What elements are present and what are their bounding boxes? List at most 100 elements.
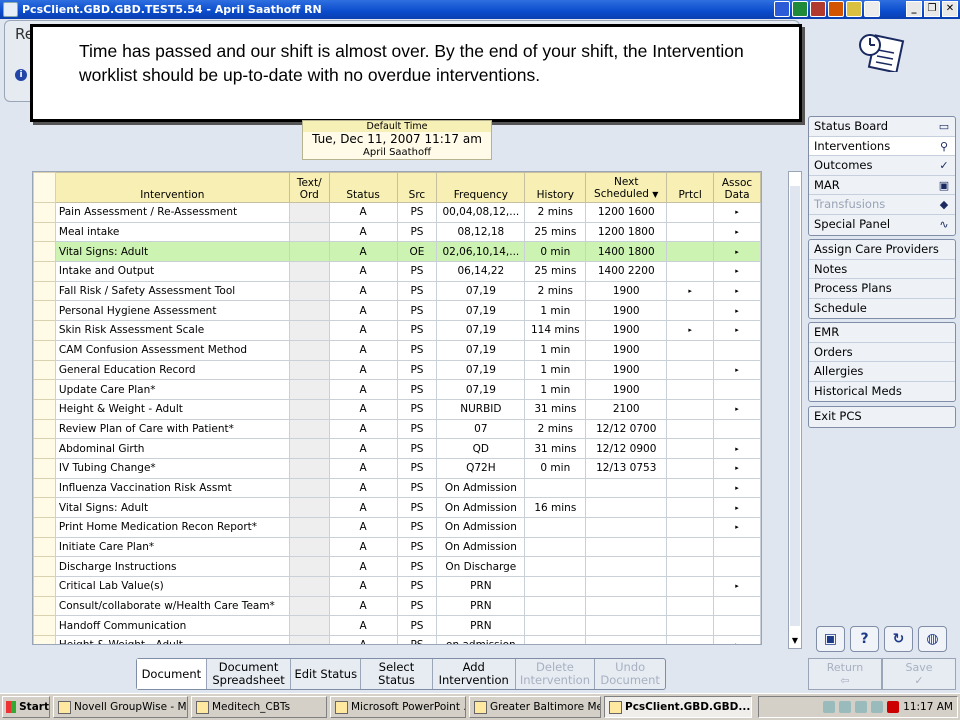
cell-frequency[interactable]: QD <box>436 438 526 459</box>
table-row[interactable]: Pain Assessment / Re-Assessment A PS 00,04,… <box>33 202 761 223</box>
table-row[interactable]: Vital Signs: Adult A PS On Admission 16 mins… <box>33 497 761 518</box>
refresh-icon[interactable]: ↻ <box>884 626 913 652</box>
cell-frequency[interactable]: 02,06,10,14,... <box>436 241 526 263</box>
cell-assoc-data[interactable] <box>713 556 761 578</box>
row-selector[interactable] <box>33 398 56 420</box>
cell-frequency[interactable]: 08,12,18 <box>436 221 526 243</box>
nav-item-emr[interactable]: EMR <box>809 323 955 343</box>
cell-history[interactable]: 1 min <box>524 300 587 322</box>
cell-src[interactable]: PS <box>396 536 438 558</box>
col-intervention[interactable]: Intervention <box>54 172 290 203</box>
cell-history[interactable] <box>524 536 587 558</box>
cell-status[interactable]: A <box>328 339 398 361</box>
cell-text-ord[interactable] <box>288 339 330 361</box>
cell-assoc-data[interactable]: ▸ <box>713 398 761 420</box>
cell-history[interactable]: 25 mins <box>524 261 587 282</box>
edit-status-button[interactable]: Edit Status <box>291 659 362 689</box>
cell-src[interactable]: PS <box>396 261 438 282</box>
delete-intervention-button[interactable]: Delete Intervention <box>516 659 596 689</box>
col-text-ord[interactable]: Text/ Ord <box>288 172 330 203</box>
row-selector[interactable] <box>33 615 56 637</box>
nav-item-outcomes[interactable]: Outcomes ✓ <box>809 156 955 176</box>
cell-intervention[interactable]: Height & Weight - Adult <box>54 398 290 420</box>
table-row[interactable]: General Education Record A PS 07,19 1 min 190… <box>33 359 761 381</box>
cell-frequency[interactable]: On Admission <box>436 536 526 558</box>
cell-src[interactable]: OE <box>396 241 438 263</box>
cell-prtcl[interactable] <box>666 202 715 223</box>
cell-frequency[interactable]: 07,19 <box>436 379 526 400</box>
cell-intervention[interactable]: Influenza Vaccination Risk Assmt <box>54 477 290 499</box>
cell-history[interactable] <box>524 576 587 597</box>
cell-status[interactable]: A <box>328 438 398 459</box>
table-row[interactable]: Height & Weight - Adult APSon admission ▸ <box>33 635 761 644</box>
info-icon[interactable]: i <box>15 69 27 81</box>
cell-next-scheduled[interactable]: 12/12 0700 <box>585 418 668 440</box>
nav-item-allergies[interactable]: Allergies <box>809 362 955 382</box>
cell-status[interactable]: A <box>328 595 398 617</box>
return-button[interactable]: Return ⇦ <box>808 658 882 690</box>
cell-src[interactable]: PS <box>396 359 438 381</box>
cell-src[interactable]: PS <box>396 320 438 341</box>
cell-next-scheduled[interactable] <box>585 595 668 617</box>
table-row[interactable]: Print Home Medication Recon Report* A PS On… <box>33 517 761 538</box>
cell-intervention[interactable]: Intake and Output <box>54 261 290 282</box>
cell-assoc-data[interactable]: ▸ <box>713 202 761 223</box>
cell-next-scheduled[interactable] <box>585 477 668 499</box>
cell-history[interactable]: 16 mins <box>524 497 587 518</box>
cell-src[interactable]: PS <box>396 280 438 302</box>
cell-history[interactable] <box>524 556 587 578</box>
cell-assoc-data[interactable] <box>713 418 761 440</box>
cell-prtcl[interactable] <box>666 300 715 322</box>
cell-text-ord[interactable] <box>288 615 330 637</box>
cell-status[interactable]: A <box>328 477 398 499</box>
nav-item-special-panel[interactable]: Special Panel ∿ <box>809 215 955 235</box>
tray-antivirus-icon[interactable] <box>871 701 884 713</box>
cell-status[interactable]: A <box>328 576 398 597</box>
cell-intervention[interactable]: Personal Hygiene Assessment <box>54 300 290 322</box>
row-selector[interactable] <box>33 457 56 479</box>
cell-frequency[interactable]: NURBID <box>436 398 526 420</box>
cell-prtcl[interactable] <box>666 241 715 263</box>
cell-intervention[interactable]: Consult/collaborate w/Health Care Team* <box>54 595 290 617</box>
cell-next-scheduled[interactable] <box>585 497 668 518</box>
cell-prtcl[interactable] <box>666 615 715 637</box>
table-row[interactable]: Critical Lab Value(s) A PS PRN ▸ <box>33 576 761 597</box>
cell-text-ord[interactable] <box>288 595 330 617</box>
cell-src[interactable]: PS <box>396 339 438 361</box>
cell-status[interactable]: A <box>328 418 398 440</box>
vertical-scrollbar[interactable]: ▼ <box>788 171 802 649</box>
cell-intervention[interactable]: Print Home Medication Recon Report* <box>54 517 290 538</box>
nav-item-assign-care-providers[interactable]: Assign Care Providers <box>809 240 955 260</box>
table-row[interactable]: Skin Risk Assessment Scale A PS 07,19 114 mi… <box>33 320 761 341</box>
cell-next-scheduled[interactable]: 1900 <box>585 359 668 381</box>
cell-frequency[interactable]: 07,19 <box>436 359 526 381</box>
cell-assoc-data[interactable]: ▸ <box>713 497 761 518</box>
cell-next-scheduled[interactable]: 12/12 0900 <box>585 438 668 459</box>
cell-history[interactable] <box>524 615 587 637</box>
nav-item-schedule[interactable]: Schedule <box>809 299 955 319</box>
cell-intervention[interactable]: Discharge Instructions <box>54 556 290 578</box>
default-time-box[interactable]: Default Time Tue, Dec 11, 2007 11:17 am … <box>302 120 492 160</box>
cell-next-scheduled[interactable]: 1900 <box>585 280 668 302</box>
table-row[interactable]: IV Tubing Change* A PS Q72H 0 min 12/13 0753 ▸ <box>33 457 761 479</box>
cell-intervention[interactable]: Vital Signs: Adult <box>54 497 290 518</box>
cell-prtcl[interactable] <box>666 261 715 282</box>
cell-prtcl[interactable] <box>666 379 715 400</box>
cell-assoc-data[interactable]: ▸ <box>713 477 761 499</box>
cell-assoc-data[interactable]: ▸ <box>713 576 761 597</box>
cell-prtcl[interactable] <box>666 359 715 381</box>
row-selector[interactable] <box>33 438 56 459</box>
cell-history[interactable] <box>524 517 587 538</box>
cell-prtcl[interactable] <box>666 438 715 459</box>
cell-assoc-data[interactable] <box>713 379 761 400</box>
cell-src[interactable]: PS <box>396 595 438 617</box>
cell-next-scheduled[interactable]: 1900 <box>585 320 668 341</box>
cell-next-scheduled[interactable]: 1900 <box>585 300 668 322</box>
add-intervention-button[interactable]: Add Intervention <box>433 659 516 689</box>
row-selector[interactable] <box>33 536 56 558</box>
cell-next-scheduled[interactable] <box>585 615 668 637</box>
minimize-icon[interactable]: _ <box>906 1 922 17</box>
cell-assoc-data[interactable]: ▸ <box>713 241 761 263</box>
row-selector[interactable] <box>33 241 56 263</box>
cell-intervention[interactable]: General Education Record <box>54 359 290 381</box>
